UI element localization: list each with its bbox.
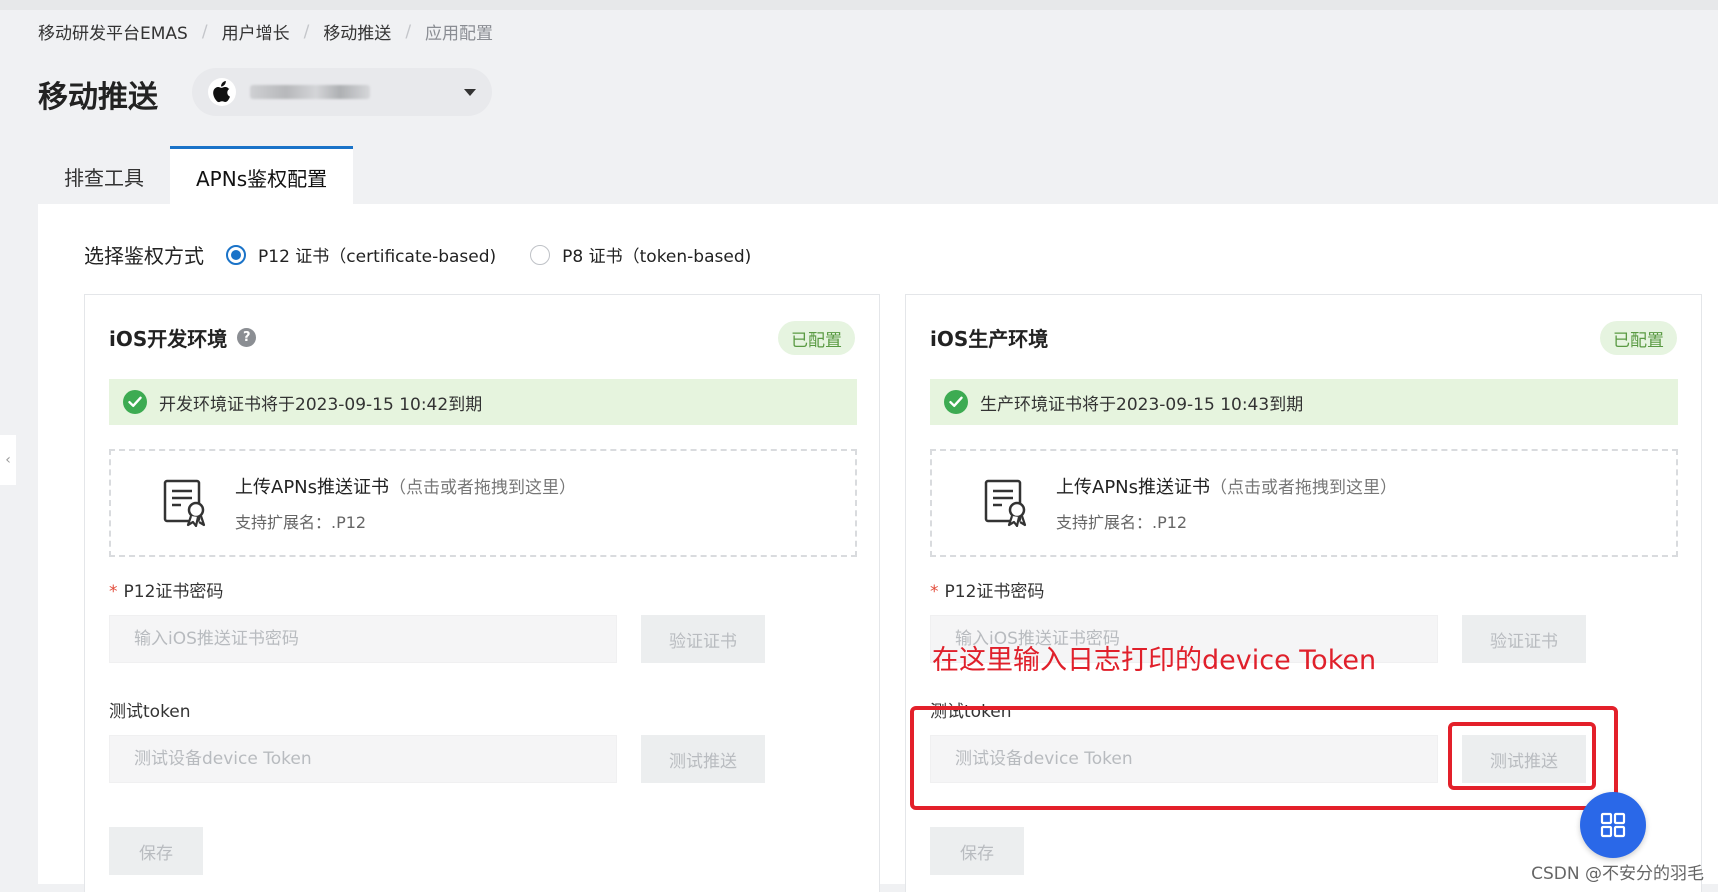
verify-cert-button[interactable]: 验证证书 [1462, 615, 1586, 663]
dev-env-card: iOS开发环境 ? 已配置 开发环境证书将于2023-09-15 10:42到期… [84, 294, 880, 892]
breadcrumb-item-push[interactable]: 移动推送 [323, 19, 391, 44]
breadcrumb-item-growth[interactable]: 用户增长 [222, 19, 290, 44]
check-circle-icon [123, 390, 147, 414]
radio-unchecked-icon [530, 244, 551, 265]
watermark: CSDN @不安分的羽毛 [1531, 864, 1704, 884]
upload-title: 上传APNs推送证书 [1056, 477, 1211, 498]
test-push-button[interactable]: 测试推送 [641, 735, 765, 783]
p12-password-input[interactable] [109, 615, 617, 663]
help-icon[interactable]: ? [237, 328, 257, 347]
chevron-left-icon: ‹ [5, 452, 11, 468]
app-name-blurred [250, 85, 370, 99]
breadcrumb-separator: / [405, 21, 412, 42]
prod-env-title: iOS生产环境 [930, 327, 1049, 351]
status-badge: 已配置 [1600, 321, 1677, 355]
breadcrumb: 移动研发平台EMAS / 用户增长 / 移动推送 / 应用配置 [38, 19, 494, 45]
top-strip [0, 0, 1718, 10]
certificate-icon [984, 479, 1027, 527]
save-button[interactable]: 保存 [930, 827, 1024, 875]
cert-upload-dropzone[interactable]: 上传APNs推送证书（点击或者拖拽到这里） 支持扩展名：.P12 [109, 449, 857, 557]
auth-method-label: 选择鉴权方式 [84, 244, 204, 268]
save-button[interactable]: 保存 [109, 827, 203, 875]
tab-apns-auth[interactable]: APNs鉴权配置 [170, 146, 354, 206]
status-badge: 已配置 [778, 321, 855, 355]
cert-upload-dropzone[interactable]: 上传APNs推送证书（点击或者拖拽到这里） 支持扩展名：.P12 [930, 449, 1678, 557]
upload-extension: 支持扩展名：.P12 [235, 513, 367, 532]
page-title: 移动推送 [38, 80, 158, 115]
breadcrumb-item-emas[interactable]: 移动研发平台EMAS [38, 19, 188, 44]
expiry-alert-text: 生产环境证书将于2023-09-15 10:43到期 [980, 394, 1304, 415]
expiry-alert-text: 开发环境证书将于2023-09-15 10:42到期 [159, 394, 483, 415]
expiry-alert: 生产环境证书将于2023-09-15 10:43到期 [930, 379, 1678, 425]
upload-hint: （点击或者拖拽到这里） [1210, 478, 1398, 498]
expiry-alert: 开发环境证书将于2023-09-15 10:42到期 [109, 379, 857, 425]
apple-icon [208, 78, 236, 106]
radio-p12-label: P12 证书（certificate-based) [258, 247, 497, 267]
certificate-icon [163, 479, 206, 527]
test-token-input[interactable] [109, 735, 617, 783]
annotation-box-test-button [1448, 722, 1596, 790]
floating-menu-button[interactable] [1580, 792, 1646, 858]
breadcrumb-separator: / [201, 21, 208, 42]
verify-cert-button[interactable]: 验证证书 [641, 615, 765, 663]
radio-checked-icon [226, 244, 246, 265]
breadcrumb-separator: / [303, 21, 310, 42]
card-title: iOS生产环境 [930, 323, 1048, 352]
upload-title: 上传APNs推送证书 [235, 477, 390, 498]
check-circle-icon [944, 390, 968, 414]
card-title: iOS开发环境 ? [109, 323, 257, 352]
auth-method-row: 选择鉴权方式 P12 证书（certificate-based) P8 证书（t… [84, 240, 785, 269]
radio-p12[interactable]: P12 证书（certificate-based) [226, 242, 496, 267]
tab-troubleshoot[interactable]: 排查工具 [38, 146, 170, 206]
p12-password-label: * P12证书密码 [930, 582, 1045, 602]
radio-p8-label: P8 证书（token-based) [562, 247, 752, 267]
sidebar-collapse-handle[interactable]: ‹ [0, 435, 16, 485]
dev-env-title: iOS开发环境 [109, 327, 228, 351]
caret-down-icon [464, 88, 476, 96]
upload-extension: 支持扩展名：.P12 [1056, 513, 1188, 532]
test-token-label: 测试token [109, 702, 191, 722]
upload-hint: （点击或者拖拽到这里） [389, 478, 577, 498]
grid-icon [1600, 812, 1626, 838]
p12-password-label: * P12证书密码 [109, 582, 224, 602]
app-selector[interactable] [192, 68, 492, 116]
breadcrumb-item-config: 应用配置 [425, 24, 494, 44]
annotation-text: 在这里输入日志打印的device Token [932, 645, 1377, 676]
tab-bar: 排查工具 APNs鉴权配置 [38, 146, 354, 206]
radio-p8[interactable]: P8 证书（token-based) [530, 242, 751, 267]
